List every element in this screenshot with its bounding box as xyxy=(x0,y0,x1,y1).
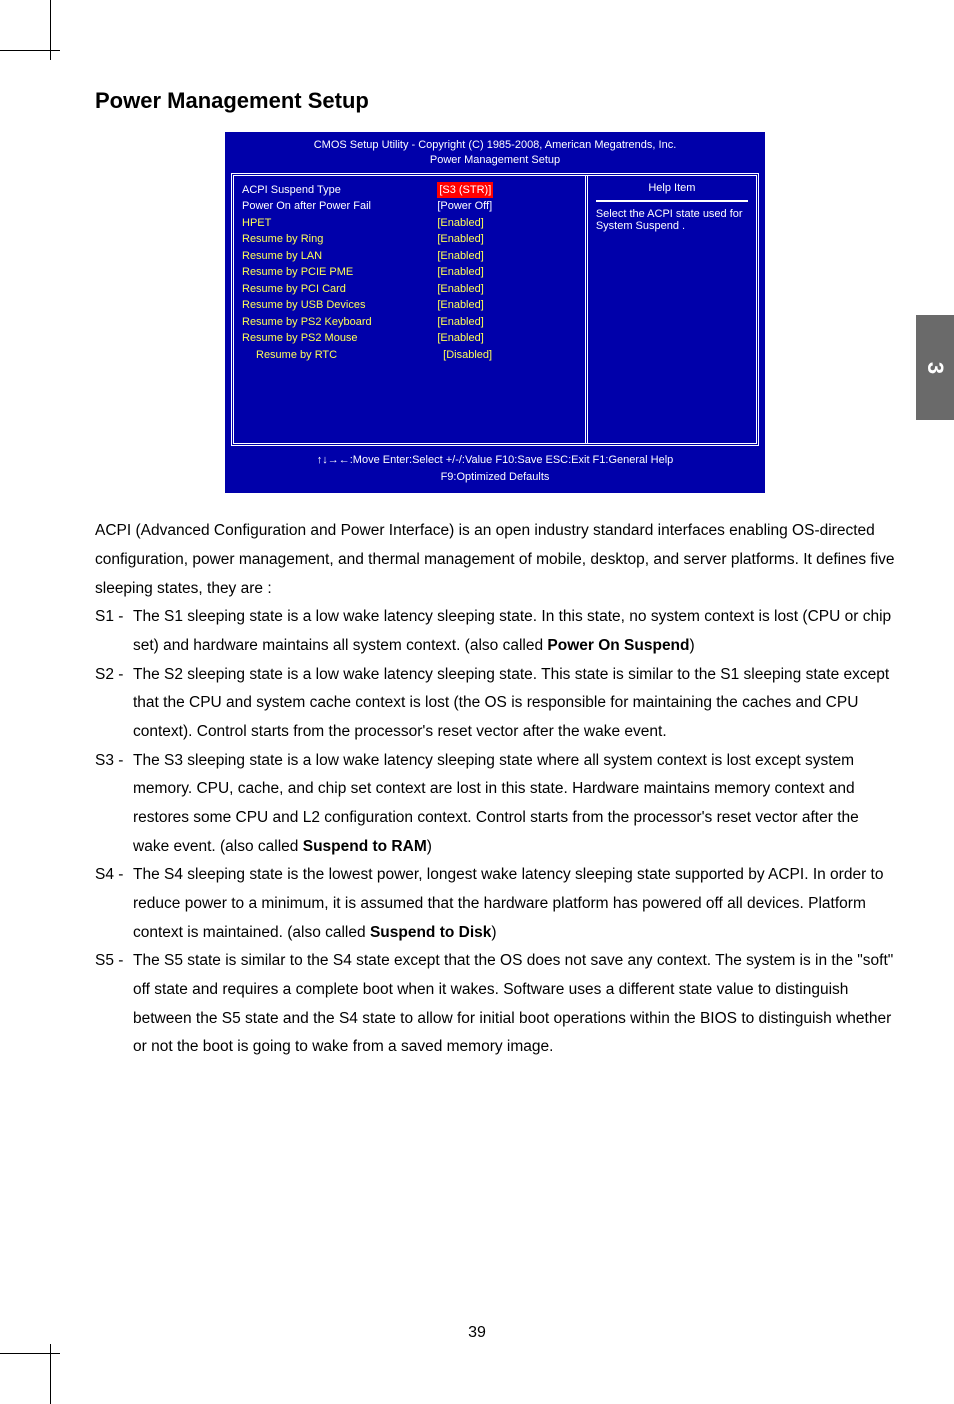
bios-row[interactable]: Power On after Power Fail [Power Off] xyxy=(242,198,577,215)
bios-label: Resume by PCIE PME xyxy=(242,264,437,281)
bios-value: [Enabled] xyxy=(437,215,577,232)
state-s2: S2 - The S2 sleeping state is a low wake… xyxy=(95,661,895,747)
crop-mark-top-left xyxy=(0,0,60,60)
bios-label: Power On after Power Fail xyxy=(242,198,437,215)
bios-row[interactable]: Resume by Ring [Enabled] xyxy=(242,231,577,248)
section-title: Power Management Setup xyxy=(95,88,895,114)
bios-row[interactable]: Resume by PS2 Keyboard [Enabled] xyxy=(242,314,577,331)
bios-row[interactable]: Resume by PCIE PME [Enabled] xyxy=(242,264,577,281)
state-s3: S3 - The S3 sleeping state is a low wake… xyxy=(95,747,895,862)
bios-panel: CMOS Setup Utility - Copyright (C) 1985-… xyxy=(225,132,765,493)
state-text: The S1 sleeping state is a low wake late… xyxy=(133,603,895,660)
bios-label: Resume by USB Devices xyxy=(242,297,437,314)
bios-label: ACPI Suspend Type xyxy=(242,182,437,199)
bios-label: Resume by PCI Card xyxy=(242,281,437,298)
state-text: The S3 sleeping state is a low wake late… xyxy=(133,747,895,862)
bios-value: [Enabled] xyxy=(437,330,577,347)
bios-body: ACPI Suspend Type [S3 (STR)] Power On af… xyxy=(231,173,759,447)
bios-row[interactable]: Resume by PCI Card [Enabled] xyxy=(242,281,577,298)
page-number: 39 xyxy=(0,1324,954,1342)
bios-label: Resume by Ring xyxy=(242,231,437,248)
bios-value: [Disabled] xyxy=(443,347,577,364)
state-label: S3 - xyxy=(95,747,133,862)
bios-row[interactable]: Resume by PS2 Mouse [Enabled] xyxy=(242,330,577,347)
bios-row[interactable]: Resume by LAN [Enabled] xyxy=(242,248,577,265)
bios-help-body: Select the ACPI state used for System Su… xyxy=(596,208,748,232)
bios-footer-line2: F9:Optimized Defaults xyxy=(225,469,765,486)
state-label: S1 - xyxy=(95,603,133,660)
bios-label: HPET xyxy=(242,215,437,232)
bios-row[interactable]: Resume by USB Devices [Enabled] xyxy=(242,297,577,314)
state-s4: S4 - The S4 sleeping state is the lowest… xyxy=(95,861,895,947)
bios-header-line1: CMOS Setup Utility - Copyright (C) 1985-… xyxy=(225,138,765,153)
bios-help-pane: Help Item Select the ACPI state used for… xyxy=(588,176,756,444)
bios-value: [S3 (STR)] xyxy=(437,182,577,199)
bios-label: Resume by LAN xyxy=(242,248,437,265)
state-text: The S5 state is similar to the S4 state … xyxy=(133,947,895,1062)
bios-row[interactable]: HPET [Enabled] xyxy=(242,215,577,232)
bios-selected-value: [S3 (STR)] xyxy=(437,182,493,199)
intro-paragraph: ACPI (Advanced Configuration and Power I… xyxy=(95,517,895,603)
bios-value: [Power Off] xyxy=(437,198,577,215)
bios-value: [Enabled] xyxy=(437,264,577,281)
bios-value: [Enabled] xyxy=(437,297,577,314)
state-label: S5 - xyxy=(95,947,133,1062)
bios-value: [Enabled] xyxy=(437,231,577,248)
crop-mark-bottom-left xyxy=(0,1344,60,1404)
bios-value: [Enabled] xyxy=(437,248,577,265)
bios-settings-list: ACPI Suspend Type [S3 (STR)] Power On af… xyxy=(234,176,588,444)
bios-row[interactable]: ACPI Suspend Type [S3 (STR)] xyxy=(242,182,577,199)
state-text: The S2 sleeping state is a low wake late… xyxy=(133,661,895,747)
bios-header-line2: Power Management Setup xyxy=(225,153,765,168)
state-label: S4 - xyxy=(95,861,133,947)
bios-value: [Enabled] xyxy=(437,281,577,298)
body-text: ACPI (Advanced Configuration and Power I… xyxy=(95,517,895,1062)
bios-label: Resume by PS2 Mouse xyxy=(242,330,437,347)
state-text: The S4 sleeping state is the lowest powe… xyxy=(133,861,895,947)
bios-header: CMOS Setup Utility - Copyright (C) 1985-… xyxy=(225,132,765,173)
bios-footer-line1: ↑↓→←:Move Enter:Select +/-/:Value F10:Sa… xyxy=(225,452,765,469)
bios-label: Resume by RTC xyxy=(242,347,443,364)
chapter-side-tab: 3 xyxy=(916,315,954,420)
bios-footer: ↑↓→←:Move Enter:Select +/-/:Value F10:Sa… xyxy=(225,446,765,493)
bios-value: [Enabled] xyxy=(437,314,577,331)
bios-label: Resume by PS2 Keyboard xyxy=(242,314,437,331)
page-content: Power Management Setup CMOS Setup Utilit… xyxy=(95,88,895,1062)
bios-help-title: Help Item xyxy=(596,182,748,202)
state-label: S2 - xyxy=(95,661,133,747)
chapter-number: 3 xyxy=(922,361,948,373)
state-s5: S5 - The S5 state is similar to the S4 s… xyxy=(95,947,895,1062)
state-s1: S1 - The S1 sleeping state is a low wake… xyxy=(95,603,895,660)
bios-row[interactable]: Resume by RTC [Disabled] xyxy=(242,347,577,364)
